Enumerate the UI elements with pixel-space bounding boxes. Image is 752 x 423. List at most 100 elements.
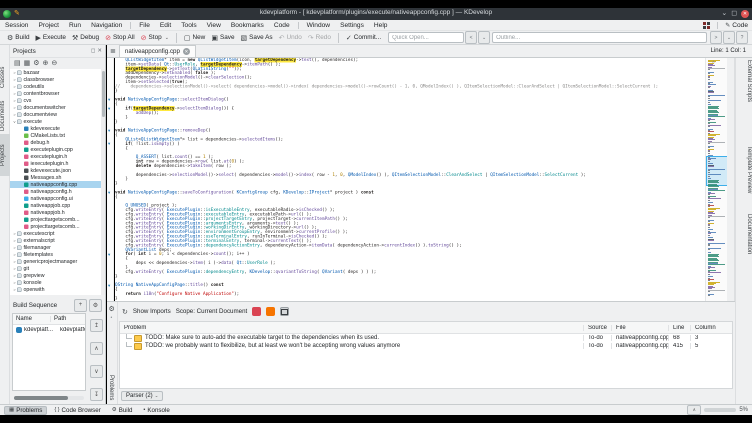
locate-document-icon[interactable]: ▤ [14,59,21,67]
collapse-all-icon[interactable]: ⊖ [51,59,57,67]
quick-open-input[interactable] [388,32,465,43]
move-top-button[interactable]: ↥ [90,319,103,332]
tree-item-messages-sh[interactable]: Messages.sh [10,174,105,181]
code-editor[interactable]: QListWidgetItem* item = new QListWidgetI… [115,58,705,301]
menu-edit[interactable]: Edit [155,22,176,29]
tree-item-nativeappjob-h[interactable]: nativeappjob.h [10,209,105,216]
menu-help[interactable]: Help [369,22,393,29]
sidebar-tab-classes[interactable]: Classes [0,57,10,97]
commit-button[interactable]: ✓ Commit... [343,33,384,43]
minimize-button[interactable]: ⌄ [721,9,727,18]
tree-item-kdevexecute[interactable]: kdevexecute [10,125,105,132]
fold-marker-icon[interactable]: ▾ [108,128,110,133]
tab-close-icon[interactable]: ✕ [182,48,190,55]
parser-selector[interactable]: Parser (2) ⌄ [121,391,164,401]
tree-item-cvs[interactable]: > cvs [10,97,105,104]
menu-tools[interactable]: Tools [176,22,201,29]
fold-marker-icon[interactable]: ▾ [108,190,110,195]
tree-item-executescript[interactable]: > executescript [10,230,105,237]
build-button[interactable]: ⚙ Build [4,33,33,43]
column-problem[interactable]: Problem [120,325,583,331]
right-tab-documentation[interactable]: Documentation [737,214,752,254]
tree-item-execute[interactable]: v execute [10,118,105,125]
move-up-button[interactable]: ∧ [90,342,103,355]
problem-row[interactable]: TODO: we probably want to flexibilize, b… [120,342,732,350]
stop-button[interactable]: ⊘ Stop ⌄ [138,33,172,43]
tree-item-codeutils[interactable]: > codeutils [10,83,105,90]
targets-icon[interactable]: ▦ [24,59,31,67]
statusbar-toggle-code-browser[interactable]: { } Code Browser [50,406,104,415]
tree-item-nativeappconfig-h[interactable]: nativeappconfig.h [10,188,105,195]
project-tree[interactable]: > bazaar > classbrowser > codeutils > contentbr… [10,69,105,295]
build-sequence-settings-button[interactable]: ⚙ [89,298,102,312]
column-path[interactable]: Path [51,316,85,322]
tree-item-filetemplates[interactable]: > filetemplates [10,251,105,258]
close-panel-icon[interactable]: ✕ [97,48,102,54]
fold-marker-icon[interactable]: ▾ [108,142,110,147]
warnings-filter-icon[interactable] [266,307,276,316]
save-as-button[interactable]: ▧ Save As [238,33,276,43]
editor-fold-margin[interactable]: ▾ ▾ ▾ ▾ ▾ ▾ ▾ [107,58,114,301]
build-sequence-row[interactable]: kdevplatf... kdevplatform [13,325,85,334]
tree-item-cmakelists-txt[interactable]: CMakeLists.txt [10,132,105,139]
menu-file[interactable]: File [134,22,155,29]
tree-item-git[interactable]: > git [10,265,105,272]
maximize-button[interactable]: ◻ [731,9,737,18]
refresh-icon[interactable]: ↻ [122,308,128,316]
right-tab-external-scripts[interactable]: External Scripts [737,60,752,102]
build-sequence-hscrollbar[interactable] [14,396,84,400]
quick-open-dropdown-button[interactable]: ⌄ [478,31,491,44]
expand-all-icon[interactable]: ⊕ [43,59,49,67]
panel-settings-icon[interactable]: ⚙ [109,305,115,313]
fold-marker-icon[interactable]: ▾ [108,98,110,103]
tree-item-iexecuteplugin-h[interactable]: iexecuteplugin.h [10,160,105,167]
reload-project-icon[interactable]: ⚙ [33,59,39,67]
fold-marker-icon[interactable]: ▾ [108,106,110,111]
float-panel-icon[interactable]: ◻ [91,48,96,54]
column-file[interactable]: File [611,324,668,331]
tree-item-documentswitcher[interactable]: > documentswitcher [10,104,105,111]
problem-row[interactable]: TODO: Make sure to auto-add the executab… [120,334,732,342]
new-button[interactable]: ▢ New [181,33,208,43]
statusbar-toggle-problems[interactable]: ▦ Problems [4,405,48,415]
menu-navigation[interactable]: Navigation [86,22,127,29]
problems-vertical-tab[interactable]: Problems [108,375,114,400]
stop-all-button[interactable]: ⊘ Stop All [102,33,138,43]
tree-scrollbar-thumb[interactable] [101,71,105,117]
column-line[interactable]: Line [668,324,690,331]
workspace-grid-icon[interactable] [703,21,711,29]
tree-item-konsole[interactable]: > konsole [10,279,105,286]
tree-item-genericprojectmanager[interactable]: > genericprojectmanager [10,258,105,265]
save-button[interactable]: ▣ Save [208,33,237,43]
fold-marker-icon[interactable]: ▾ [108,283,110,288]
tree-item-kdevexecute-json[interactable]: kdevexecute.json [10,167,105,174]
tree-item-openwith[interactable]: > openwith [10,286,105,293]
sidebar-tab-documents[interactable]: Documents [0,93,10,139]
expand-status-button[interactable]: ∧ [687,405,702,415]
tree-scrollbar[interactable] [101,69,105,295]
execute-button[interactable]: ▶ Execute [33,33,69,43]
sidebar-tab-projects[interactable]: Projects [0,134,10,176]
menu-code[interactable]: Code [269,22,295,29]
close-button[interactable]: ✕ [741,9,749,18]
menu-bookmarks[interactable]: Bookmarks [226,22,269,29]
tree-item-grepview[interactable]: > grepview [10,272,105,279]
minimap-scrollbar[interactable] [705,58,727,301]
outline-dropdown-button[interactable]: ⌄ [723,31,735,44]
tree-item-classbrowser[interactable]: > classbrowser [10,76,105,83]
statusbar-toggle-build[interactable]: ⚙ Build [108,406,137,415]
help-button[interactable]: ? [736,31,748,44]
fold-marker-icon[interactable]: ▾ [108,252,110,257]
tree-item-bazaar[interactable]: > bazaar [10,69,105,76]
tree-item-projecttargetscomb-[interactable]: projecttargetscomb... [10,223,105,230]
scope-button[interactable]: Scope: Current Document [176,308,248,315]
document-list-icon[interactable]: ≣ [107,47,119,55]
move-down-button[interactable]: ∨ [90,365,103,378]
tree-item-nativeappjob-cpp[interactable]: nativeappjob.cpp [10,202,105,209]
tree-item-documentview[interactable]: > documentview [10,111,105,118]
tree-item-contentbrowser[interactable]: > contentbrowser [10,90,105,97]
menu-window[interactable]: Window [302,22,335,29]
menu-view[interactable]: View [202,22,226,29]
tree-item-debug-h[interactable]: debug.h [10,139,105,146]
hints-filter-icon[interactable] [280,307,290,316]
